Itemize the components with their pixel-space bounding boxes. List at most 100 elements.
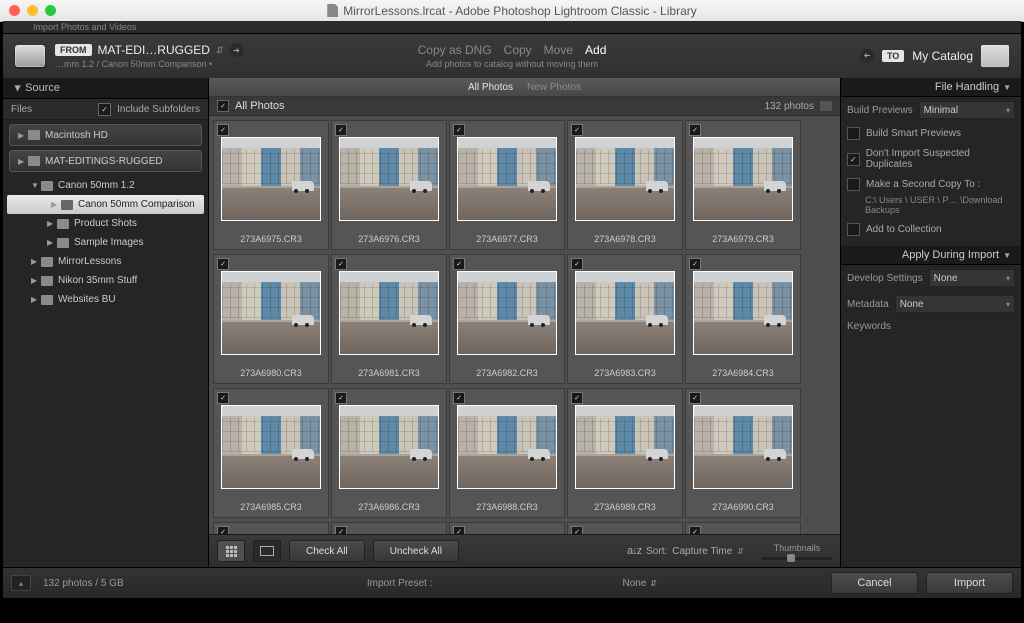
include-subfolders-label: Include Subfolders [117, 104, 200, 115]
tree-item[interactable]: ▶Product Shots [3, 214, 208, 233]
grid-view-button[interactable] [217, 540, 245, 562]
thumbnail-cell[interactable]: 273A6976.CR3 [331, 120, 447, 250]
tree-item[interactable]: ▼Canon 50mm 1.2 [3, 176, 208, 195]
back-arrow-icon[interactable]: ➔ [860, 49, 874, 63]
thumbnail-cell[interactable]: 273A6985.CR3 [213, 388, 329, 518]
build-previews-row: Build Previews Minimal [841, 97, 1021, 123]
thumbnail-checkbox[interactable] [689, 258, 701, 270]
thumbnail-cell[interactable]: 273A6990.CR3 [685, 388, 801, 518]
forward-arrow-icon[interactable]: ➔ [230, 43, 244, 57]
thumbnail-cell[interactable] [449, 522, 565, 534]
thumbnail-cell[interactable]: 273A6986.CR3 [331, 388, 447, 518]
tab-all-photos[interactable]: All Photos [468, 82, 513, 93]
thumbnail-grid-scroll[interactable]: 273A6975.CR3273A6976.CR3273A6977.CR3273A… [209, 116, 840, 534]
thumbnail-checkbox[interactable] [689, 392, 701, 404]
thumbnail-cell[interactable] [213, 522, 329, 534]
thumbnail-cell[interactable] [567, 522, 683, 534]
collapse-icon[interactable] [820, 101, 832, 111]
import-op-move[interactable]: Move [544, 43, 573, 57]
thumbnail-checkbox[interactable] [453, 258, 465, 270]
import-preset-control[interactable]: Import Preset : None⇵ [367, 578, 657, 589]
thumbnail-cell[interactable]: 273A6982.CR3 [449, 254, 565, 384]
tab-new-photos[interactable]: New Photos [527, 82, 581, 93]
thumbnail-cell[interactable]: 273A6979.CR3 [685, 120, 801, 250]
check-all-button[interactable]: Check All [289, 540, 365, 562]
files-subheader: Files Include Subfolders [3, 99, 208, 120]
updown-icon[interactable]: ⇵ [216, 45, 224, 56]
thumbnail-cell[interactable]: 273A6977.CR3 [449, 120, 565, 250]
thumbnail-cell[interactable]: 273A6989.CR3 [567, 388, 683, 518]
suspected-duplicates-checkbox[interactable]: Don't Import Suspected Duplicates [841, 144, 1021, 174]
thumbnail-checkbox[interactable] [335, 526, 347, 534]
tree-item[interactable]: ▶Macintosh HD [9, 124, 202, 146]
develop-settings-select[interactable]: None [929, 269, 1015, 287]
thumbnail-checkbox[interactable] [335, 258, 347, 270]
metadata-row: Metadata None [841, 291, 1021, 317]
expand-panel-button[interactable]: ▴ [11, 575, 31, 591]
add-to-collection-checkbox[interactable]: Add to Collection [841, 219, 1021, 240]
metadata-select[interactable]: None [895, 295, 1015, 313]
master-checkbox[interactable] [217, 100, 229, 112]
file-handling-header[interactable]: File Handling▼ [841, 78, 1021, 97]
thumbnail-cell[interactable]: 273A6980.CR3 [213, 254, 329, 384]
thumbnail-checkbox[interactable] [335, 124, 347, 136]
include-subfolders-checkbox[interactable] [98, 103, 111, 116]
disclosure-icon: ▶ [31, 257, 41, 266]
thumbnail-cell[interactable]: 273A6978.CR3 [567, 120, 683, 250]
thumbnail-checkbox[interactable] [217, 392, 229, 404]
apply-during-import-header[interactable]: Apply During Import▼ [841, 246, 1021, 265]
import-op-copy-as-dng[interactable]: Copy as DNG [418, 43, 492, 57]
thumbnail-checkbox[interactable] [217, 258, 229, 270]
thumbnail-checkbox[interactable] [453, 526, 465, 534]
thumbnail-checkbox[interactable] [571, 124, 583, 136]
keywords-row[interactable]: Keywords [841, 317, 1021, 365]
thumbnail-checkbox[interactable] [453, 124, 465, 136]
smart-previews-checkbox[interactable]: Build Smart Previews [841, 123, 1021, 144]
to-block[interactable]: ➔ TO My Catalog [860, 45, 1009, 67]
thumbnail-filename: 273A6988.CR3 [450, 502, 564, 512]
cancel-button[interactable]: Cancel [831, 572, 918, 594]
tree-item[interactable]: ▶MirrorLessons [3, 252, 208, 271]
tree-item[interactable]: ▶Nikon 35mm Stuff [3, 271, 208, 290]
thumbnail-cell[interactable]: 273A6983.CR3 [567, 254, 683, 384]
macos-titlebar: MirrorLessons.lrcat - Adobe Photoshop Li… [0, 0, 1024, 22]
uncheck-all-button[interactable]: Uncheck All [373, 540, 459, 562]
thumbnail-image [575, 137, 675, 221]
thumbnail-checkbox[interactable] [335, 392, 347, 404]
drive-icon [15, 45, 45, 67]
import-button[interactable]: Import [926, 572, 1013, 594]
thumbnail-checkbox[interactable] [217, 526, 229, 534]
thumbnail-checkbox[interactable] [571, 526, 583, 534]
thumbnail-checkbox[interactable] [571, 392, 583, 404]
thumbnail-image [693, 405, 793, 489]
sort-control[interactable]: a↓z Sort: Capture Time ⇵ [627, 545, 744, 557]
tree-item[interactable]: ▶Sample Images [3, 233, 208, 252]
thumbnail-cell[interactable]: 273A6975.CR3 [213, 120, 329, 250]
build-previews-select[interactable]: Minimal [919, 101, 1015, 119]
loupe-view-button[interactable] [253, 540, 281, 562]
source-header[interactable]: ▶ Source [3, 78, 208, 99]
from-block[interactable]: FROM MAT-EDI…RUGGED ⇵ ➔ …mm 1.2 / Canon … [55, 43, 244, 69]
import-op-copy[interactable]: Copy [504, 43, 532, 57]
thumbnail-image [221, 137, 321, 221]
disclosure-icon: ▼ [31, 181, 41, 190]
thumbnail-cell[interactable] [331, 522, 447, 534]
thumbnail-cell[interactable]: 273A6984.CR3 [685, 254, 801, 384]
thumbnail-filename: 273A6978.CR3 [568, 234, 682, 244]
tree-item[interactable]: ▶MAT-EDITINGS-RUGGED [9, 150, 202, 172]
thumbnail-checkbox[interactable] [453, 392, 465, 404]
tree-item[interactable]: ▶Canon 50mm Comparison [7, 195, 204, 214]
thumbnail-checkbox[interactable] [217, 124, 229, 136]
thumbnail-cell[interactable] [685, 522, 801, 534]
thumbnail-filename: 273A6976.CR3 [332, 234, 446, 244]
thumbnail-checkbox[interactable] [689, 526, 701, 534]
thumbnail-checkbox[interactable] [689, 124, 701, 136]
thumbnail-cell[interactable]: 273A6981.CR3 [331, 254, 447, 384]
second-copy-checkbox[interactable]: Make a Second Copy To : [841, 174, 1021, 195]
thumbnail-cell[interactable]: 273A6988.CR3 [449, 388, 565, 518]
tree-item[interactable]: ▶Websites BU [3, 290, 208, 309]
thumbnail-checkbox[interactable] [571, 258, 583, 270]
thumbnail-size-slider[interactable]: Thumbnails [762, 543, 832, 560]
tree-item-label: Nikon 35mm Stuff [58, 275, 137, 286]
import-op-add[interactable]: Add [585, 43, 606, 57]
